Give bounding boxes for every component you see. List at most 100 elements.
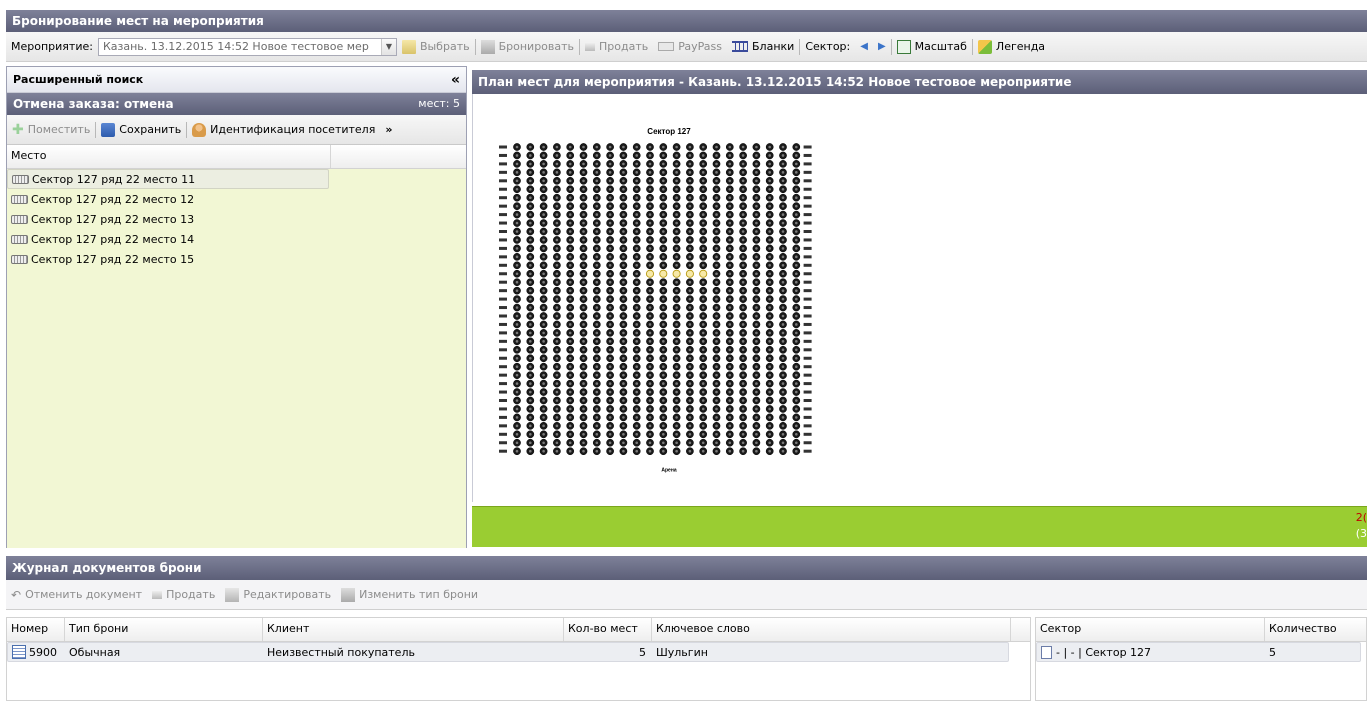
row-label [803, 280, 812, 284]
seat-dot [675, 433, 678, 436]
seat-selected[interactable] [685, 269, 694, 278]
seat-selected[interactable] [659, 269, 668, 278]
seat-dot [555, 314, 559, 318]
blanks-button[interactable]: Бланки [727, 32, 799, 61]
seat-dot [622, 348, 625, 352]
scale-button[interactable]: Масштаб [892, 32, 972, 61]
seat-dot [595, 196, 599, 199]
column-header-seat[interactable]: Место [7, 145, 331, 168]
seat-dot [701, 145, 705, 149]
cancel-document-button[interactable]: ↶ Отменить документ [6, 580, 147, 609]
seat-dot [701, 230, 705, 233]
seat-dot [568, 264, 572, 267]
collapse-icon[interactable]: « [451, 72, 460, 88]
seat-dot [715, 348, 718, 352]
row-label [499, 407, 507, 411]
journal-sell-button[interactable]: Продать [147, 580, 220, 609]
event-select[interactable]: Казань. 13.12.2015 14:52 Новое тестовое … [97, 37, 397, 56]
more-actions-button[interactable]: » [380, 115, 397, 144]
seat-selected[interactable] [699, 269, 708, 278]
seat-dot [768, 187, 771, 191]
seat-dot [728, 247, 732, 250]
journal-toolbar: ↶ Отменить документ Продать Редактироват… [6, 580, 1367, 610]
seat-dot [701, 221, 705, 225]
seat-dot [741, 340, 745, 343]
seat-dot [568, 154, 572, 157]
seat-dot [515, 416, 519, 419]
seat-dot [728, 416, 732, 419]
row-label [499, 297, 507, 301]
seat-dot [542, 289, 545, 292]
seat-dot [648, 179, 652, 183]
column-header-number[interactable]: Номер [7, 618, 65, 641]
edit-button[interactable]: Редактировать [220, 580, 336, 609]
seat-selected[interactable] [672, 269, 681, 278]
next-sector-button[interactable]: ▶ [873, 32, 891, 61]
book-button[interactable]: Бронировать [476, 32, 579, 61]
row-label [803, 449, 812, 453]
seat-dot [675, 449, 678, 453]
seat-item[interactable]: Сектор 127 ряд 22 место 14 [7, 229, 466, 249]
column-header-sector[interactable]: Сектор [1036, 618, 1265, 641]
seat-dot [755, 424, 758, 428]
seat-item[interactable]: Сектор 127 ряд 22 место 12 [7, 189, 466, 209]
prev-sector-button[interactable]: ◀ [855, 32, 873, 61]
seat-dot [662, 306, 665, 309]
select-button[interactable]: Выбрать [397, 32, 475, 61]
seat-dot [529, 272, 532, 276]
save-button[interactable]: Сохранить [96, 115, 186, 144]
seat-dot [568, 145, 572, 149]
seat-dot [529, 373, 532, 377]
seat-plan-svg[interactable]: Сектор 127 Арена [473, 94, 1367, 502]
table-row[interactable]: - | - | Сектор 127 5 [1036, 642, 1361, 662]
identify-visitor-button[interactable]: Идентификация посетителя [187, 115, 380, 144]
column-header-client[interactable]: Клиент [263, 618, 564, 641]
column-header-type[interactable]: Тип брони [65, 618, 263, 641]
seat-dot [741, 171, 745, 174]
seat-dot [715, 407, 718, 411]
row-label [803, 255, 812, 259]
seat-item[interactable]: Сектор 127 ряд 22 место 15 [7, 249, 466, 269]
seat-selected[interactable] [645, 269, 655, 278]
seat-dot [542, 331, 545, 335]
column-header-quantity[interactable]: Количество [1265, 618, 1366, 641]
seat-dot [555, 221, 559, 225]
place-button[interactable]: ✚ Поместить [7, 115, 95, 144]
seat-dot [529, 162, 532, 166]
seat-dot [635, 441, 638, 445]
seat-dot [755, 187, 758, 191]
seat-dot [662, 365, 665, 369]
seat-dot [555, 171, 559, 174]
seat-plan-canvas[interactable]: Сектор 127 Арена [472, 94, 1367, 502]
seat-dot [781, 399, 785, 402]
seat-dot [688, 382, 692, 385]
row-label [803, 162, 812, 166]
seat-dot [768, 171, 771, 174]
advanced-search-header[interactable]: Расширенный поиск « [7, 67, 466, 93]
seat-dot [568, 348, 572, 352]
seat-dot [582, 407, 585, 411]
chevron-down-icon[interactable]: ▼ [380, 38, 396, 55]
sell-button[interactable]: Продать [580, 32, 653, 61]
seat-dot [595, 238, 599, 242]
seat-dot [741, 162, 745, 166]
row-label [499, 449, 507, 453]
column-header-blank [331, 145, 466, 168]
seat-dot [755, 382, 758, 385]
seat-dot [635, 449, 638, 453]
sector-caption: Сектор 127 [647, 127, 691, 136]
table-row[interactable]: 5900 Обычная Неизвестный покупатель 5 Шу… [7, 642, 1009, 662]
seat-item[interactable]: Сектор 127 ряд 22 место 13 [7, 209, 466, 229]
legend-button[interactable]: Легенда [973, 32, 1050, 61]
seat-dot [555, 272, 559, 276]
seat-item[interactable]: Сектор 127 ряд 22 место 11 [7, 169, 329, 189]
seat-dot [675, 162, 678, 166]
change-type-button[interactable]: Изменить тип брони [336, 580, 483, 609]
seat-dot [515, 264, 519, 267]
seat-dot [595, 407, 599, 411]
column-header-seats[interactable]: Кол-во мест [564, 618, 652, 641]
paypass-button[interactable]: PayPass [653, 32, 727, 61]
row-label [499, 339, 507, 343]
column-header-keyword[interactable]: Ключевое слово [652, 618, 1011, 641]
seat-dot [608, 247, 612, 250]
